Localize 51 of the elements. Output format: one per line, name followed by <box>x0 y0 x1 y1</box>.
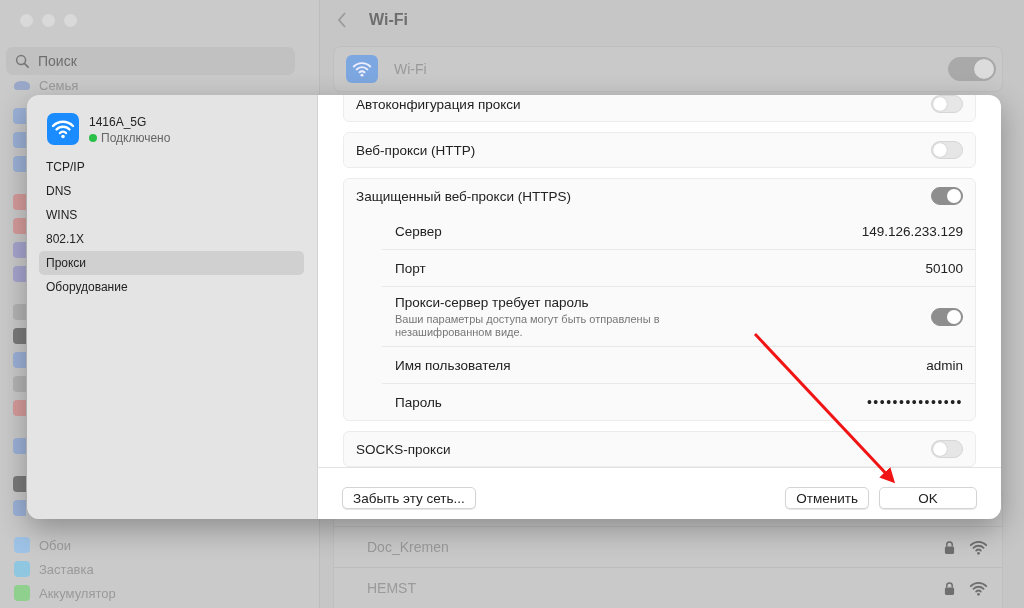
setting-label: Прокси-сервер требует пароль <box>395 295 590 310</box>
setting-value[interactable]: 149.126.233.129 <box>861 223 963 239</box>
person-icon <box>14 81 30 90</box>
wifi-icon <box>47 113 79 145</box>
sidebar-icon[interactable] <box>13 328 26 344</box>
sidebar-icon[interactable] <box>13 108 26 124</box>
sidebar-icon[interactable] <box>13 266 26 282</box>
sidebar-icon[interactable] <box>13 352 26 368</box>
toggle-switch[interactable] <box>931 307 963 326</box>
sidebar-icon[interactable] <box>13 476 26 492</box>
setting-label: Сервер <box>395 223 442 239</box>
wifi-signal-icon <box>969 579 988 597</box>
sidebar-icon[interactable] <box>13 194 26 210</box>
sidebar-tab[interactable]: 802.1X <box>39 227 304 251</box>
sidebar-icon[interactable] <box>13 400 26 416</box>
sidebar-icon[interactable] <box>13 242 26 258</box>
setting-label: Защищенный веб-прокси (HTTPS) <box>356 188 571 204</box>
setting-label: SOCKS-прокси <box>356 441 451 457</box>
sidebar-tab[interactable]: Оборудование <box>39 275 304 299</box>
sidebar-icon[interactable] <box>13 438 26 454</box>
password-value[interactable]: ••••••••••••••• <box>866 394 963 410</box>
toggle-switch[interactable] <box>931 187 963 205</box>
sidebar-icon[interactable] <box>13 156 26 172</box>
sidebar-tab[interactable]: WINS <box>39 203 304 227</box>
dialog-button[interactable]: OK <box>879 487 977 509</box>
sidebar-icon[interactable] <box>13 132 26 148</box>
page-title: Wi-Fi <box>369 11 408 29</box>
sidebar-tab[interactable]: TCP/IP <box>39 155 304 179</box>
toggle-switch[interactable] <box>948 57 996 81</box>
sidebar-icon[interactable] <box>13 218 26 234</box>
sidebar-tab[interactable]: DNS <box>39 179 304 203</box>
back-chevron-icon <box>337 12 347 28</box>
setting-label: Пароль <box>395 394 442 410</box>
network-name: 1416A_5G <box>89 115 148 129</box>
sidebar-icon[interactable] <box>13 376 26 392</box>
dialog-button[interactable]: Забыть эту сеть... <box>342 487 476 509</box>
status-text: Подключено <box>101 131 171 145</box>
search-field[interactable]: Поиск <box>6 47 295 75</box>
setting-label: Порт <box>395 260 426 276</box>
sidebar-icon[interactable] <box>13 500 26 516</box>
setting-value[interactable]: 50100 <box>925 260 963 276</box>
setting-label: Автоконфигурация прокси <box>356 96 521 112</box>
setting-label: Веб-прокси (HTTP) <box>356 142 476 158</box>
setting-label: Имя пользователя <box>395 357 511 373</box>
warning-note: Ваши параметры доступа могут быть отправлены в незашифрованном виде. <box>395 313 661 339</box>
sidebar-icon[interactable] <box>13 304 26 320</box>
sidebar-tab[interactable]: Прокси <box>39 251 304 275</box>
setting-value[interactable]: admin <box>926 357 963 373</box>
wifi-icon <box>346 55 378 83</box>
wifi-signal-icon <box>969 538 988 556</box>
dialog-button[interactable]: Отменить <box>785 487 869 509</box>
